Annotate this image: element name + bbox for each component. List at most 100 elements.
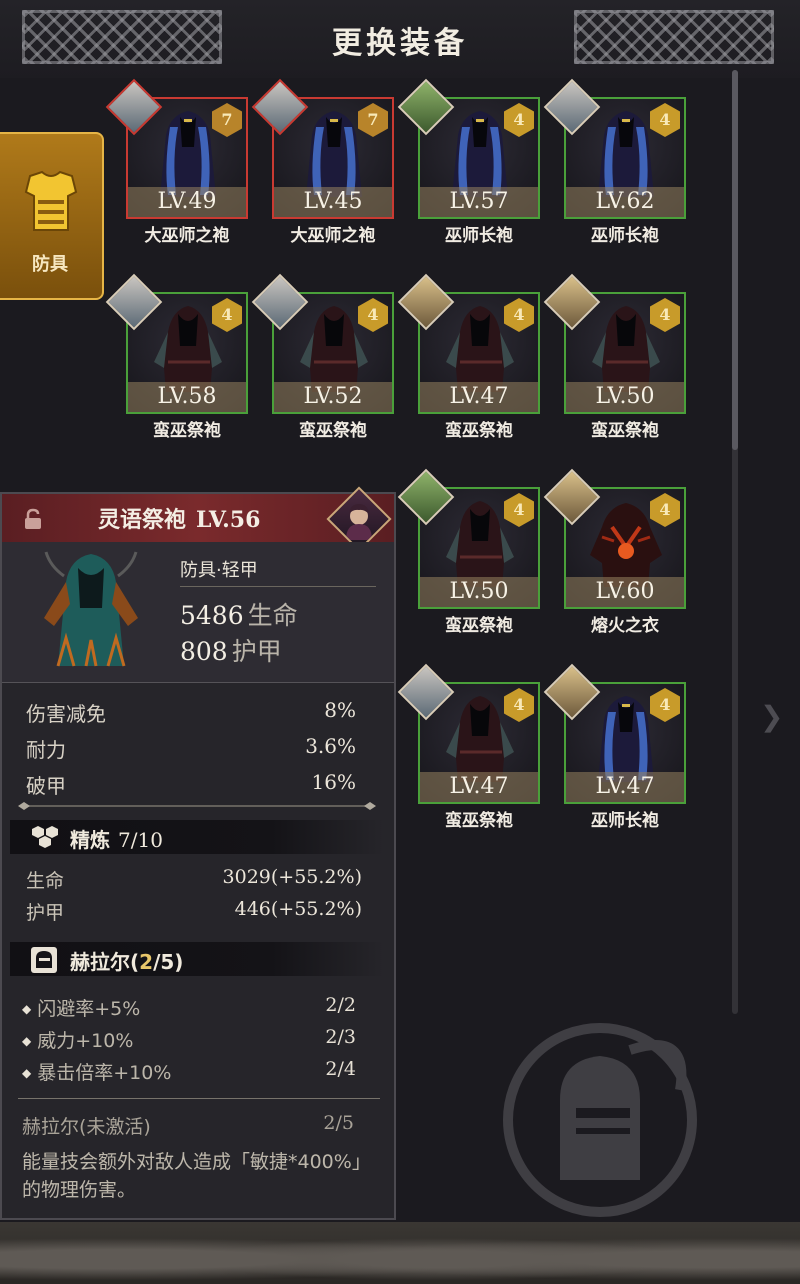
diamond-bullet-icon: ◆ xyxy=(22,1002,32,1016)
equipment-name: 熔火之衣 xyxy=(591,616,659,636)
detail-title-bar: 灵语祭袍 LV.56 xyxy=(2,486,394,552)
equipment-name: 蛮巫祭袍 xyxy=(591,421,659,441)
set-bonus-row: ◆ 暴击倍率+10% 2/4 xyxy=(22,1058,356,1085)
equipment-card[interactable]: LV.47 4 xyxy=(543,663,686,804)
scrollbar-thumb[interactable] xyxy=(732,70,738,450)
equipment-name: 蛮巫祭袍 xyxy=(445,421,513,441)
header-bar: 更换装备 xyxy=(0,0,800,78)
equipment-card[interactable]: LV.52 4 xyxy=(251,273,394,414)
set-inactive-row: 赫拉尔(未激活) 2/5 xyxy=(22,1112,362,1139)
refine-row-label: 护甲 xyxy=(26,902,65,924)
equipment-level: LV.60 xyxy=(566,577,684,607)
equipment-name: 巫师长袍 xyxy=(591,811,659,831)
set-inactive-progress: 2/5 xyxy=(323,1112,354,1134)
detail-title: 灵语祭袍 LV.56 xyxy=(98,502,260,534)
ornament-divider xyxy=(18,802,376,810)
main-stat-armor-label: 护甲 xyxy=(231,637,282,666)
celtic-knot-ornament-right xyxy=(574,10,774,64)
set-helmet-icon xyxy=(31,947,57,973)
refine-row: 生命 3029(+55.2%) xyxy=(26,866,362,893)
set-bonus-progress: 2/4 xyxy=(325,1058,356,1080)
equipment-name: 巫师长袍 xyxy=(591,226,659,246)
equipment-level: LV.58 xyxy=(128,382,246,412)
knight-emblem-icon xyxy=(503,1023,697,1217)
set-bonus-row: ◆ 威力+10% 2/3 xyxy=(22,1026,356,1053)
category-tab-armor[interactable]: 防具 xyxy=(0,132,104,300)
main-stat-armor: 808 护甲 xyxy=(180,632,282,668)
equipment-level: LV.47 xyxy=(566,772,684,802)
category-tab-label: 防具 xyxy=(32,254,68,275)
set-total-count: /5) xyxy=(153,950,184,974)
set-bonus-progress: 2/2 xyxy=(325,994,356,1016)
refine-section-header: 精炼 7/10 xyxy=(10,820,384,854)
refine-row-value: 3029(+55.2%) xyxy=(222,866,362,888)
main-stat-armor-value: 808 xyxy=(180,637,228,666)
equipment-name: 大巫师之袍 xyxy=(144,226,230,246)
divider xyxy=(18,1098,380,1099)
detail-item-type: 防具·轻甲 xyxy=(180,560,258,581)
equipment-level: LV.50 xyxy=(420,577,538,607)
equipment-name: 蛮巫祭袍 xyxy=(445,811,513,831)
stat-label: 伤害减免 xyxy=(26,702,106,726)
set-name: 赫拉尔( xyxy=(70,950,140,974)
stat-value: 3.6% xyxy=(305,734,356,758)
bottom-decoration xyxy=(0,1222,800,1284)
set-have-count: 2 xyxy=(139,950,154,974)
set-description: 能量技会额外对敌人造成「敏捷*400%」的物理伤害。 xyxy=(22,1151,371,1201)
equipment-card[interactable]: LV.47 4 xyxy=(397,663,540,804)
equipment-level: LV.49 xyxy=(128,187,246,217)
equipment-name: 巫师长袍 xyxy=(445,226,513,246)
refine-icon xyxy=(32,826,58,848)
refine-row-label: 生命 xyxy=(26,870,65,892)
equipment-card[interactable]: LV.49 7 xyxy=(105,78,248,219)
item-detail-panel: 灵语祭袍 LV.56 防具·轻甲 5486 生命 808 护甲 xyxy=(0,486,396,1220)
scrollbar[interactable] xyxy=(732,70,738,1014)
set-bonus-label: 威力+10% xyxy=(37,1030,134,1052)
armor-icon xyxy=(24,170,78,231)
diamond-bullet-icon: ◆ xyxy=(22,1066,32,1080)
equipment-name: 大巫师之袍 xyxy=(290,226,376,246)
equipment-card[interactable]: LV.57 4 xyxy=(397,78,540,219)
set-bonus-progress: 2/3 xyxy=(325,1026,356,1048)
detail-summary: 防具·轻甲 5486 生命 808 护甲 xyxy=(2,542,394,683)
equipment-level: LV.47 xyxy=(420,382,538,412)
stat-row: 破甲 16% xyxy=(26,770,356,799)
equipment-name: 蛮巫祭袍 xyxy=(299,421,367,441)
main-stat-hp-label: 生命 xyxy=(247,601,298,630)
chevron-right-icon: ❯ xyxy=(760,700,784,733)
equipment-card[interactable]: LV.58 4 xyxy=(105,273,248,414)
refine-row-value: 446(+55.2%) xyxy=(234,898,362,920)
equipment-card[interactable]: LV.50 4 xyxy=(543,273,686,414)
equipment-level: LV.50 xyxy=(566,382,684,412)
diamond-bullet-icon: ◆ xyxy=(22,1034,32,1048)
equipment-card[interactable]: LV.62 4 xyxy=(543,78,686,219)
robe-large-icon xyxy=(44,551,138,667)
equipment-card[interactable]: LV.45 7 xyxy=(251,78,394,219)
stat-row: 伤害减免 8% xyxy=(26,698,356,727)
equipment-name: 蛮巫祭袍 xyxy=(445,616,513,636)
stat-label: 耐力 xyxy=(26,738,66,762)
detail-item-name: 灵语祭袍 xyxy=(98,508,187,533)
equipment-name: 蛮巫祭袍 xyxy=(153,421,221,441)
set-bonus-row: ◆ 闪避率+5% 2/2 xyxy=(22,994,356,1021)
equipment-card[interactable]: LV.50 4 xyxy=(397,468,540,609)
stat-label: 破甲 xyxy=(26,774,66,798)
set-bonus-label: 闪避率+5% xyxy=(37,998,141,1020)
set-inactive-label: 赫拉尔(未激活) xyxy=(22,1116,151,1138)
equipment-level: LV.52 xyxy=(274,382,392,412)
equipment-level: LV.45 xyxy=(274,187,392,217)
set-title: 赫拉尔(2/5) xyxy=(70,946,183,975)
main-stat-hp: 5486 生命 xyxy=(180,596,298,632)
main-stat-hp-value: 5486 xyxy=(180,601,244,630)
hero-avatar-icon xyxy=(346,504,372,540)
set-bonus-label: 暴击倍率+10% xyxy=(37,1062,172,1084)
lock-icon[interactable] xyxy=(22,508,44,530)
refine-count: 7/10 xyxy=(118,828,163,852)
equipment-level: LV.62 xyxy=(566,187,684,217)
refine-row: 护甲 446(+55.2%) xyxy=(26,898,362,925)
stat-value: 16% xyxy=(311,770,356,794)
equipment-card[interactable]: LV.60 4 xyxy=(543,468,686,609)
equipment-card[interactable]: LV.47 4 xyxy=(397,273,540,414)
detail-item-level: LV.56 xyxy=(196,507,261,533)
refine-label: 精炼 xyxy=(70,828,110,852)
